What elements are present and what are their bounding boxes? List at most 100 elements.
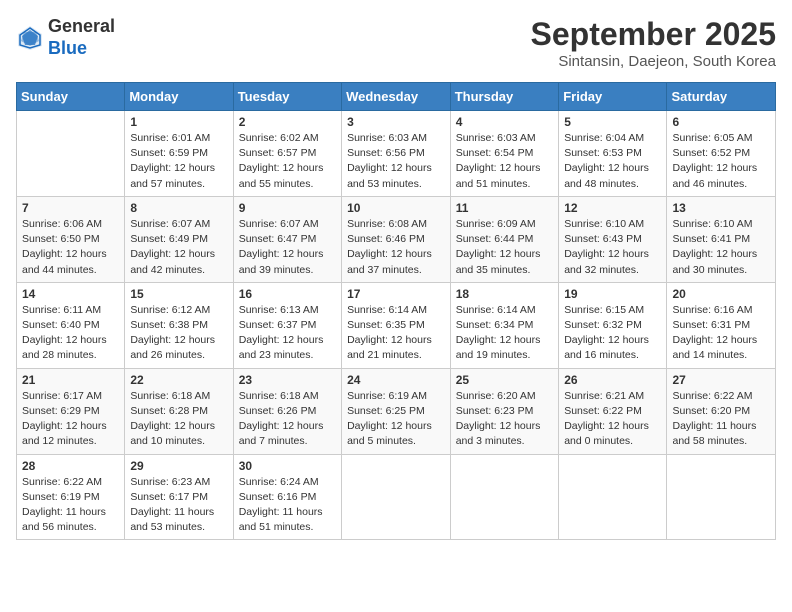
calendar-week-row: 7 Sunrise: 6:06 AM Sunset: 6:50 PM Daylig… bbox=[17, 196, 776, 282]
day-of-week-header: Sunday bbox=[17, 83, 125, 111]
title-block: September 2025 Sintansin, Daejeon, South… bbox=[531, 16, 776, 70]
logo-general-text: General bbox=[48, 16, 115, 36]
day-number: 28 bbox=[22, 459, 119, 473]
day-number: 20 bbox=[672, 287, 770, 301]
day-info: Sunrise: 6:18 AM Sunset: 6:26 PM Dayligh… bbox=[239, 389, 336, 450]
calendar-cell: 26Sunrise: 6:21 AM Sunset: 6:22 PM Dayli… bbox=[559, 368, 667, 454]
day-info: Sunrise: 6:10 AM Sunset: 6:43 PM Dayligh… bbox=[564, 217, 661, 278]
day-number: 16 bbox=[239, 287, 336, 301]
day-number: 22 bbox=[130, 373, 227, 387]
day-number: 23 bbox=[239, 373, 336, 387]
calendar-cell: 10Sunrise: 6:08 AM Sunset: 6:46 PM Dayli… bbox=[342, 196, 451, 282]
logo-blue-text: Blue bbox=[48, 38, 87, 58]
calendar-cell: 21 Sunrise: 6:17 AM Sunset: 6:29 PM Dayli… bbox=[17, 368, 125, 454]
day-number: 11 bbox=[456, 201, 553, 215]
calendar-week-row: 14 Sunrise: 6:11 AM Sunset: 6:40 PM Dayli… bbox=[17, 282, 776, 368]
day-info: Sunrise: 6:24 AM Sunset: 6:16 PM Dayligh… bbox=[239, 475, 336, 536]
calendar-cell: 28 Sunrise: 6:22 AM Sunset: 6:19 PM Dayli… bbox=[17, 454, 125, 540]
month-title: September 2025 bbox=[531, 16, 776, 53]
calendar-cell: 30 Sunrise: 6:24 AM Sunset: 6:16 PM Dayli… bbox=[233, 454, 341, 540]
day-info: Sunrise: 6:23 AM Sunset: 6:17 PM Dayligh… bbox=[130, 475, 227, 536]
day-info: Sunrise: 6:17 AM Sunset: 6:29 PM Dayligh… bbox=[22, 389, 119, 450]
calendar-cell: 16 Sunrise: 6:13 AM Sunset: 6:37 PM Dayli… bbox=[233, 282, 341, 368]
day-info: Sunrise: 6:03 AM Sunset: 6:56 PM Dayligh… bbox=[347, 131, 445, 192]
day-info: Sunrise: 6:04 AM Sunset: 6:53 PM Dayligh… bbox=[564, 131, 661, 192]
day-info: Sunrise: 6:03 AM Sunset: 6:54 PM Dayligh… bbox=[456, 131, 553, 192]
day-number: 21 bbox=[22, 373, 119, 387]
calendar-cell: 29 Sunrise: 6:23 AM Sunset: 6:17 PM Dayli… bbox=[125, 454, 233, 540]
day-number: 25 bbox=[456, 373, 553, 387]
day-info: Sunrise: 6:21 AM Sunset: 6:22 PM Dayligh… bbox=[564, 389, 661, 450]
day-number: 24 bbox=[347, 373, 445, 387]
day-number: 1 bbox=[130, 115, 227, 129]
day-info: Sunrise: 6:11 AM Sunset: 6:40 PM Dayligh… bbox=[22, 303, 119, 364]
day-number: 3 bbox=[347, 115, 445, 129]
calendar-cell: 7 Sunrise: 6:06 AM Sunset: 6:50 PM Daylig… bbox=[17, 196, 125, 282]
day-info: Sunrise: 6:22 AM Sunset: 6:19 PM Dayligh… bbox=[22, 475, 119, 536]
day-info: Sunrise: 6:14 AM Sunset: 6:35 PM Dayligh… bbox=[347, 303, 445, 364]
calendar-cell: 8Sunrise: 6:07 AM Sunset: 6:49 PM Daylig… bbox=[125, 196, 233, 282]
calendar-cell: 12 Sunrise: 6:10 AM Sunset: 6:43 PM Dayli… bbox=[559, 196, 667, 282]
calendar-cell: 25 Sunrise: 6:20 AM Sunset: 6:23 PM Dayli… bbox=[450, 368, 558, 454]
calendar-cell bbox=[17, 111, 125, 197]
calendar-cell: 23 Sunrise: 6:18 AM Sunset: 6:26 PM Dayli… bbox=[233, 368, 341, 454]
calendar-cell: 13Sunrise: 6:10 AM Sunset: 6:41 PM Dayli… bbox=[667, 196, 776, 282]
page-header: General Blue September 2025 Sintansin, D… bbox=[16, 16, 776, 70]
calendar-cell: 20 Sunrise: 6:16 AM Sunset: 6:31 PM Dayli… bbox=[667, 282, 776, 368]
day-info: Sunrise: 6:22 AM Sunset: 6:20 PM Dayligh… bbox=[672, 389, 770, 450]
day-of-week-header: Friday bbox=[559, 83, 667, 111]
day-number: 9 bbox=[239, 201, 336, 215]
calendar-table: SundayMondayTuesdayWednesdayThursdayFrid… bbox=[16, 82, 776, 540]
calendar-week-row: 21 Sunrise: 6:17 AM Sunset: 6:29 PM Dayli… bbox=[17, 368, 776, 454]
day-number: 27 bbox=[672, 373, 770, 387]
calendar-cell: 3 Sunrise: 6:03 AM Sunset: 6:56 PM Daylig… bbox=[342, 111, 451, 197]
calendar-cell bbox=[559, 454, 667, 540]
day-info: Sunrise: 6:02 AM Sunset: 6:57 PM Dayligh… bbox=[239, 131, 336, 192]
calendar-cell: 19Sunrise: 6:15 AM Sunset: 6:32 PM Dayli… bbox=[559, 282, 667, 368]
day-number: 5 bbox=[564, 115, 661, 129]
day-info: Sunrise: 6:07 AM Sunset: 6:47 PM Dayligh… bbox=[239, 217, 336, 278]
calendar-header-row: SundayMondayTuesdayWednesdayThursdayFrid… bbox=[17, 83, 776, 111]
day-info: Sunrise: 6:12 AM Sunset: 6:38 PM Dayligh… bbox=[130, 303, 227, 364]
day-info: Sunrise: 6:01 AM Sunset: 6:59 PM Dayligh… bbox=[130, 131, 227, 192]
calendar-cell: 4 Sunrise: 6:03 AM Sunset: 6:54 PM Daylig… bbox=[450, 111, 558, 197]
calendar-cell: 24 Sunrise: 6:19 AM Sunset: 6:25 PM Dayli… bbox=[342, 368, 451, 454]
day-number: 7 bbox=[22, 201, 119, 215]
calendar-cell: 1 Sunrise: 6:01 AM Sunset: 6:59 PM Daylig… bbox=[125, 111, 233, 197]
day-info: Sunrise: 6:09 AM Sunset: 6:44 PM Dayligh… bbox=[456, 217, 553, 278]
logo-icon bbox=[16, 24, 44, 52]
day-number: 12 bbox=[564, 201, 661, 215]
day-info: Sunrise: 6:06 AM Sunset: 6:50 PM Dayligh… bbox=[22, 217, 119, 278]
day-of-week-header: Saturday bbox=[667, 83, 776, 111]
calendar-cell bbox=[342, 454, 451, 540]
day-of-week-header: Thursday bbox=[450, 83, 558, 111]
day-number: 15 bbox=[130, 287, 227, 301]
calendar-cell: 2 Sunrise: 6:02 AM Sunset: 6:57 PM Daylig… bbox=[233, 111, 341, 197]
day-info: Sunrise: 6:16 AM Sunset: 6:31 PM Dayligh… bbox=[672, 303, 770, 364]
calendar-week-row: 28 Sunrise: 6:22 AM Sunset: 6:19 PM Dayli… bbox=[17, 454, 776, 540]
day-info: Sunrise: 6:13 AM Sunset: 6:37 PM Dayligh… bbox=[239, 303, 336, 364]
calendar-cell: 14 Sunrise: 6:11 AM Sunset: 6:40 PM Dayli… bbox=[17, 282, 125, 368]
day-info: Sunrise: 6:18 AM Sunset: 6:28 PM Dayligh… bbox=[130, 389, 227, 450]
calendar-cell: 22 Sunrise: 6:18 AM Sunset: 6:28 PM Dayli… bbox=[125, 368, 233, 454]
calendar-cell: 11 Sunrise: 6:09 AM Sunset: 6:44 PM Dayli… bbox=[450, 196, 558, 282]
day-of-week-header: Wednesday bbox=[342, 83, 451, 111]
day-info: Sunrise: 6:10 AM Sunset: 6:41 PM Dayligh… bbox=[672, 217, 770, 278]
day-number: 17 bbox=[347, 287, 445, 301]
calendar-week-row: 1 Sunrise: 6:01 AM Sunset: 6:59 PM Daylig… bbox=[17, 111, 776, 197]
day-number: 2 bbox=[239, 115, 336, 129]
logo: General Blue bbox=[16, 16, 115, 59]
day-number: 30 bbox=[239, 459, 336, 473]
day-info: Sunrise: 6:19 AM Sunset: 6:25 PM Dayligh… bbox=[347, 389, 445, 450]
calendar-cell: 18Sunrise: 6:14 AM Sunset: 6:34 PM Dayli… bbox=[450, 282, 558, 368]
day-number: 4 bbox=[456, 115, 553, 129]
calendar-cell: 9 Sunrise: 6:07 AM Sunset: 6:47 PM Daylig… bbox=[233, 196, 341, 282]
day-number: 29 bbox=[130, 459, 227, 473]
day-info: Sunrise: 6:14 AM Sunset: 6:34 PM Dayligh… bbox=[456, 303, 553, 364]
day-number: 14 bbox=[22, 287, 119, 301]
day-info: Sunrise: 6:20 AM Sunset: 6:23 PM Dayligh… bbox=[456, 389, 553, 450]
day-info: Sunrise: 6:08 AM Sunset: 6:46 PM Dayligh… bbox=[347, 217, 445, 278]
day-info: Sunrise: 6:05 AM Sunset: 6:52 PM Dayligh… bbox=[672, 131, 770, 192]
calendar-cell: 17 Sunrise: 6:14 AM Sunset: 6:35 PM Dayli… bbox=[342, 282, 451, 368]
calendar-cell bbox=[667, 454, 776, 540]
